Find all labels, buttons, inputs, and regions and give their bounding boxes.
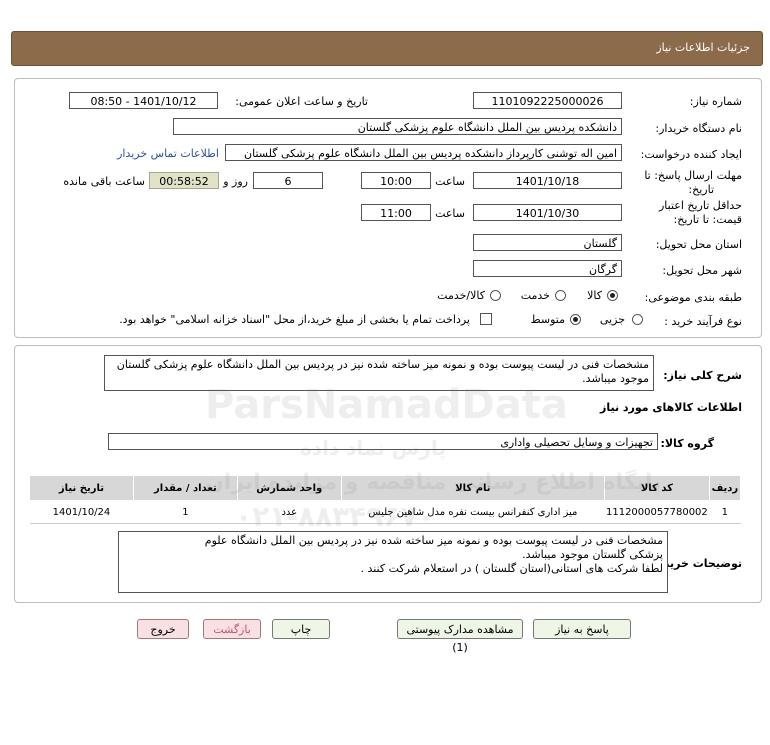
province-label: استان محل تحویل: [655, 238, 742, 251]
cell-qty: 1 [133, 500, 238, 524]
creator-label: ایجاد کننده درخواست: [640, 148, 742, 161]
announce-label: تاریخ و ساعت اعلان عمومی: [235, 95, 368, 108]
validity-date-field: 1401/10/30 [473, 204, 622, 221]
validity-time-label: ساعت [435, 207, 465, 220]
buyer-notes-box: مشخصات فنی در لیست پیوست بوده و نمونه می… [118, 531, 668, 593]
buyer-org-label: نام دستگاه خریدار: [655, 122, 742, 135]
page-title: جزئیات اطلاعات نیاز [656, 41, 750, 54]
col-qty: تعداد / مقدار [132, 475, 238, 501]
process-option-medium: متوسط [530, 313, 565, 326]
cell-date: 1401/10/24 [29, 500, 134, 524]
back-button[interactable]: بازگشت [203, 619, 261, 639]
deadline-label: مهلت ارسال پاسخ: تا [644, 169, 742, 182]
buyer-notes-line-3: لطفا شرکت های استانی(استان گلستان ) در ا… [360, 562, 663, 575]
respond-button[interactable]: پاسخ به نیاز [533, 619, 631, 639]
validity-label: حداقل تاریخ اعتبار [658, 199, 742, 212]
process-option-minor: جزیی [599, 313, 625, 326]
category-option-service: خدمت [520, 289, 550, 302]
cell-code: 1112000057780002 [604, 500, 710, 524]
category-radio-both[interactable] [490, 290, 501, 301]
province-field: گلستان [473, 234, 622, 251]
deadline-label-date: تاریخ: [688, 183, 714, 196]
deadline-time-label: ساعت [435, 175, 465, 188]
summary-label: شرح کلی نیاز: [663, 369, 742, 382]
validity-time-field: 11:00 [361, 204, 431, 221]
category-radio-goods[interactable] [607, 290, 618, 301]
days-field: 6 [253, 172, 323, 189]
attachments-button[interactable]: مشاهده مدارک پیوستی (1) [397, 619, 523, 654]
creator-field: امین اله توشنی کارپرداز دانشکده پردیس بی… [225, 144, 622, 161]
city-label: شهر محل تحویل: [662, 264, 742, 277]
goods-group-label: گروه کالا: [660, 437, 714, 450]
treasury-payment-note: پرداخت تمام یا بخشی از مبلغ خرید،از محل … [119, 313, 470, 326]
category-option-goods: کالا [587, 289, 602, 302]
col-name: نام کالا [340, 475, 606, 501]
process-label: نوع فرآیند خرید : [664, 315, 742, 328]
col-date: تاریخ نیاز [29, 475, 134, 501]
print-button[interactable]: چاپ [272, 619, 330, 639]
col-unit: واحد شمارش [236, 475, 342, 501]
page-header: جزئیات اطلاعات نیاز [11, 31, 763, 66]
validity-label-date: قیمت: تا تاریخ: [673, 213, 742, 226]
announce-field: 1401/10/12 - 08:50 [69, 92, 218, 109]
city-field: گرگان [473, 260, 622, 277]
treasury-payment-checkbox[interactable] [480, 313, 492, 325]
cell-unit: عدد [237, 500, 342, 524]
process-radio-minor[interactable] [632, 314, 643, 325]
goods-section-title: اطلاعات کالاهای مورد نیاز [600, 401, 742, 414]
cell-name: میز اداری کنفرانس بیست نفره مدل شاهین جل… [341, 500, 605, 524]
summary-text: مشخصات فنی در لیست پیوست بوده و نمونه می… [104, 355, 654, 391]
remaining-time-field: 00:58:52 [149, 172, 219, 189]
days-label: روز و [223, 175, 248, 188]
cell-row: 1 [709, 500, 741, 524]
remaining-label: ساعت باقی مانده [63, 175, 145, 188]
need-number-label: شماره نیاز: [689, 95, 742, 108]
goods-table: ردیف کد کالا نام کالا واحد شمارش تعداد /… [29, 475, 742, 524]
category-option-both: کالا/خدمت [437, 289, 485, 302]
goods-group-field: تجهیزات و وسایل تحصیلی واداری [108, 433, 658, 450]
deadline-date-field: 1401/10/18 [473, 172, 622, 189]
buyer-notes-line-2: پزشکی گلستان موجود میباشد. [522, 548, 663, 561]
exit-button[interactable]: خروج [137, 619, 189, 639]
buyer-notes-line-1: مشخصات فنی در لیست پیوست بوده و نمونه می… [204, 534, 663, 547]
process-radio-medium[interactable] [570, 314, 581, 325]
col-code: کد کالا [604, 475, 710, 501]
goods-table-header: ردیف کد کالا نام کالا واحد شمارش تعداد /… [29, 475, 742, 501]
col-row: ردیف [708, 475, 742, 501]
buyer-org-field: دانشکده پردیس بین الملل دانشگاه علوم پزش… [173, 118, 622, 135]
contact-buyer-link[interactable]: اطلاعات تماس خریدار [117, 147, 219, 160]
deadline-time-field: 10:00 [361, 172, 431, 189]
need-number-field: 1101092225000026 [473, 92, 622, 109]
category-radio-service[interactable] [555, 290, 566, 301]
table-row: 1 1112000057780002 میز اداری کنفرانس بیس… [29, 500, 741, 524]
category-label: طبقه بندی موضوعی: [644, 291, 742, 304]
